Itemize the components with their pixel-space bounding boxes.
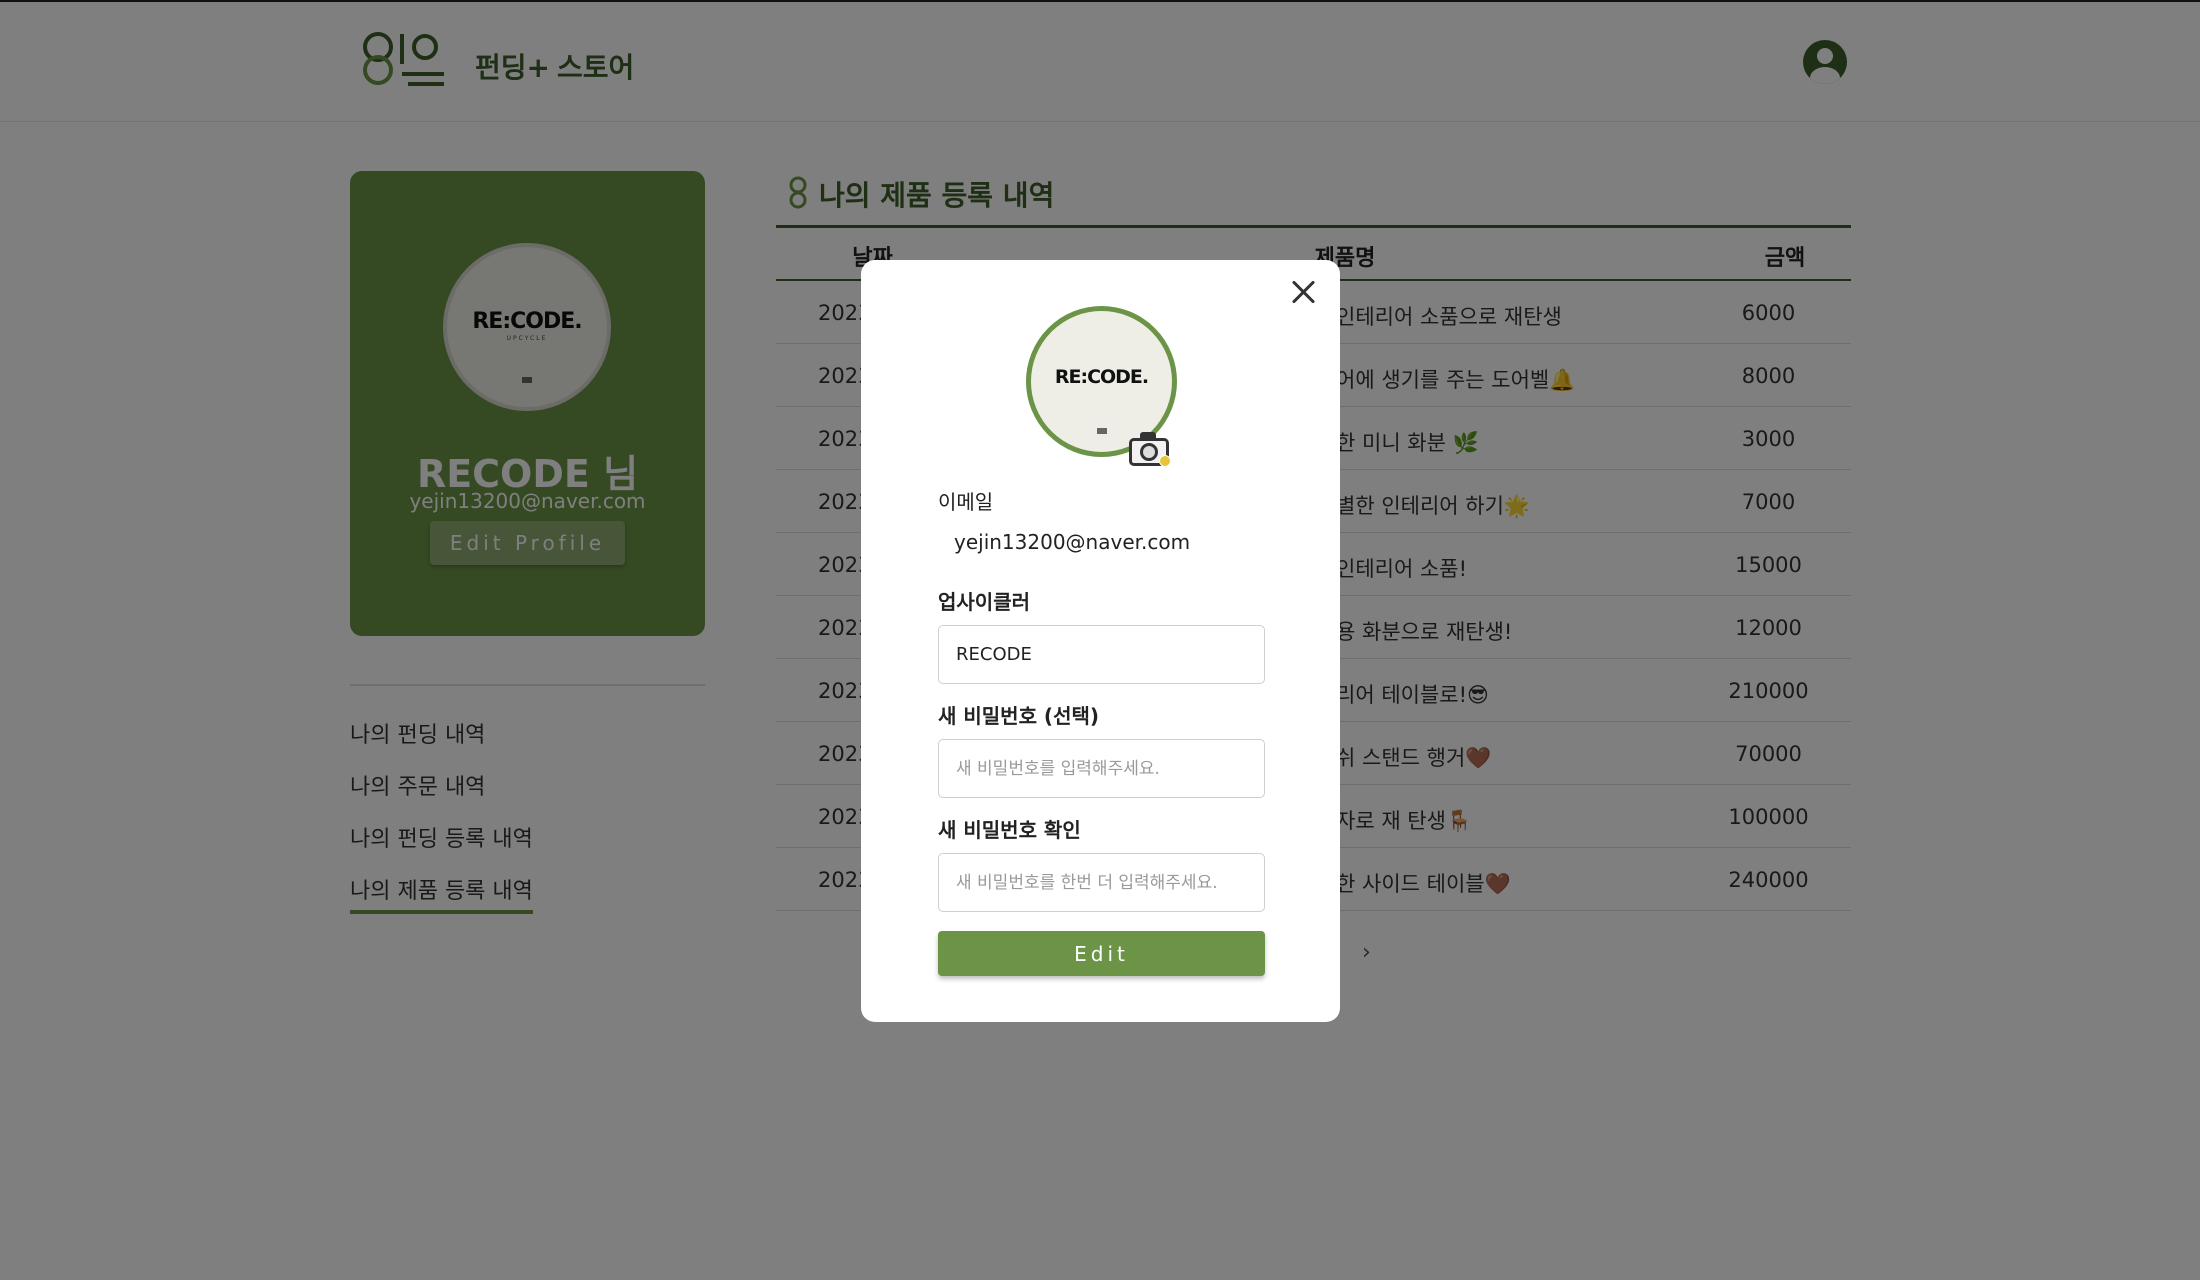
camera-icon[interactable] (1129, 430, 1171, 467)
close-icon[interactable] (1288, 277, 1320, 309)
edit-submit-button[interactable]: Edit (938, 931, 1265, 976)
new-password-label: 새 비밀번호 (선택) (938, 704, 1100, 728)
camera-add-badge (1159, 455, 1171, 467)
email-value: yejin13200@naver.com (954, 530, 1191, 554)
avatar-logo-text: RE:CODE. (1054, 366, 1149, 388)
confirm-password-label: 새 비밀번호 확인 (938, 818, 1081, 842)
email-label: 이메일 (938, 490, 994, 514)
camera-lens-shape (1140, 443, 1158, 461)
upcycler-label: 업사이클러 (938, 590, 1030, 614)
confirm-password-input[interactable] (938, 853, 1265, 912)
avatar-logo-mark (1096, 428, 1107, 434)
upcycler-name-input[interactable] (938, 625, 1265, 684)
edit-profile-modal: RE:CODE. 이메일 yejin13200@naver.com 업사이클러 … (861, 260, 1340, 1022)
new-password-input[interactable] (938, 739, 1265, 798)
